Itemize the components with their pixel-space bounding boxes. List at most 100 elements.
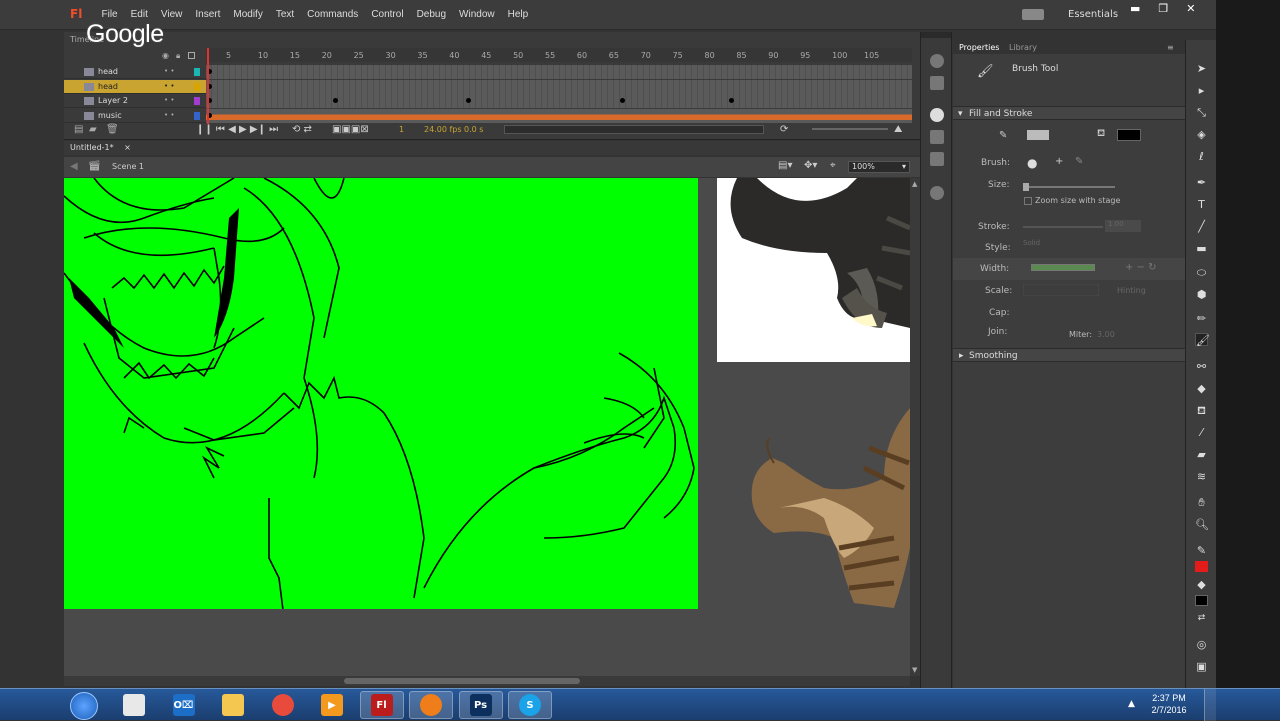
start-button[interactable]	[70, 692, 98, 720]
menu-help[interactable]: Help	[501, 9, 535, 20]
elapsed-time[interactable]: 0.0 s	[464, 125, 483, 134]
stroke-color-tool-swatch[interactable]	[1195, 561, 1208, 572]
delete-layer-icon[interactable]: 🗑︎	[106, 124, 119, 135]
brush-tool-icon-active[interactable]: 🖌︎	[1195, 333, 1210, 347]
swatches-icon[interactable]	[930, 152, 944, 166]
pencil-tool-icon[interactable]: ✏	[1195, 312, 1208, 325]
stroke-color-icon[interactable]: ✎	[999, 130, 1007, 141]
fill-color-tool-swatch[interactable]	[1195, 595, 1208, 606]
menu-text[interactable]: Text	[269, 9, 300, 20]
components-icon[interactable]	[930, 186, 944, 200]
playhead[interactable]	[207, 48, 209, 124]
menu-view[interactable]: View	[154, 9, 189, 20]
layer-name[interactable]: Layer 2	[98, 96, 128, 105]
taskbar-app-outlook[interactable]: O⌧	[162, 691, 206, 719]
eraser-tool-icon[interactable]: ▰	[1195, 448, 1208, 461]
size-slider-handle[interactable]	[1023, 183, 1029, 191]
keyframe[interactable]	[333, 98, 338, 103]
layer-color-swatch[interactable]	[194, 68, 200, 76]
reference-image-black-cat[interactable]	[717, 178, 910, 362]
taskbar-app-media[interactable]: ▶	[310, 691, 354, 719]
3d-rotation-tool-icon[interactable]: ◈	[1195, 128, 1208, 141]
zoom-size-checkbox[interactable]	[1024, 197, 1032, 205]
width-tool-icon[interactable]: ≋	[1195, 470, 1208, 483]
stage-canvas[interactable]	[64, 178, 698, 609]
stage-pasteboard[interactable]	[64, 178, 910, 676]
lock-icon[interactable]: 🔒︎	[176, 51, 180, 61]
line-tool-icon[interactable]: ╱	[1195, 220, 1208, 233]
fill-color-icon[interactable]: ⛾	[1097, 128, 1105, 141]
width-profile-icons[interactable]: + − ↻	[1125, 262, 1157, 273]
layer-visibility-lock-dots[interactable]: • •	[164, 82, 174, 90]
scale-select[interactable]	[1023, 284, 1099, 296]
bone-tool-icon[interactable]: ⚯	[1195, 360, 1208, 373]
selection-tool-icon[interactable]: ➤	[1195, 62, 1208, 75]
center-frame-icon[interactable]: ⟳	[780, 124, 788, 135]
pen-tool-icon[interactable]: ✒	[1195, 176, 1208, 189]
taskbar-app-skype[interactable]: S	[508, 691, 552, 719]
brush-mode-icon[interactable]: ▣	[1195, 660, 1208, 673]
center-stage-icon[interactable]: ⌖	[830, 160, 836, 171]
menu-file[interactable]: File	[95, 9, 124, 20]
text-tool-icon[interactable]: T	[1195, 198, 1208, 211]
ink-bottle-tool-icon[interactable]: ⛾	[1195, 404, 1208, 417]
stroke-color-tool-icon[interactable]: ✎	[1195, 544, 1208, 557]
layer-name[interactable]: head	[98, 82, 118, 91]
smoothing-section-header[interactable]: ▸ Smoothing	[953, 348, 1185, 362]
fill-color-tool-icon[interactable]: ◆	[1195, 578, 1208, 591]
back-arrow-icon[interactable]: ◀	[70, 161, 78, 172]
tab-library[interactable]: Library	[1009, 43, 1037, 52]
taskbar-app-notepad[interactable]	[112, 691, 156, 719]
layer-name[interactable]: head	[98, 67, 118, 76]
layer-visibility-lock-dots[interactable]: • •	[164, 96, 174, 104]
layer-row[interactable]: music • •	[64, 108, 912, 123]
layer-visibility-lock-dots[interactable]: • •	[164, 111, 174, 119]
taskbar-app-explorer[interactable]	[211, 691, 255, 719]
transform-icon[interactable]	[930, 130, 944, 144]
info-icon[interactable]	[930, 108, 944, 122]
menu-commands[interactable]: Commands	[301, 9, 365, 20]
oval-tool-icon[interactable]: ⬭	[1195, 266, 1208, 279]
horizontal-scroll-thumb[interactable]	[344, 678, 580, 684]
align-panel-icon[interactable]	[930, 76, 944, 90]
new-folder-icon[interactable]: ▰	[89, 124, 97, 135]
edit-symbol-icon[interactable]: ✥▾	[804, 160, 817, 171]
document-tab[interactable]: Untitled-1* ×	[70, 143, 131, 152]
brush-edit-icon[interactable]: ✎	[1075, 156, 1083, 167]
sync-settings-icon[interactable]	[1022, 9, 1044, 20]
workspace-switcher[interactable]: Essentials	[1068, 9, 1118, 20]
menu-modify[interactable]: Modify	[227, 9, 269, 20]
hand-tool-icon[interactable]: ✋︎	[1195, 496, 1208, 509]
tab-properties[interactable]: Properties	[959, 43, 999, 52]
keyframe[interactable]	[729, 98, 734, 103]
eye-icon[interactable]: ◉	[162, 51, 169, 60]
zoom-tool-icon[interactable]: 🔍︎	[1195, 518, 1209, 531]
menu-edit[interactable]: Edit	[124, 9, 154, 20]
free-transform-tool-icon[interactable]: ⤡	[1195, 106, 1208, 119]
layer-frames[interactable]	[206, 94, 912, 108]
eyedropper-tool-icon[interactable]: ⁄	[1195, 426, 1208, 439]
layer-frames[interactable]	[206, 108, 912, 123]
swap-colors-icon[interactable]: ⇄	[1195, 612, 1208, 625]
zoom-mountains-icon[interactable]: ⛰︎	[894, 124, 902, 135]
layer-color-swatch[interactable]	[194, 97, 200, 105]
layer-name[interactable]: music	[98, 111, 122, 120]
menu-control[interactable]: Control	[365, 9, 410, 20]
timeline-zoom-slider[interactable]	[812, 128, 888, 130]
maximize-button[interactable]: ❐	[1158, 2, 1168, 15]
size-slider[interactable]	[1023, 186, 1115, 188]
menu-insert[interactable]: Insert	[189, 9, 227, 20]
taskbar-app-firefox[interactable]	[409, 691, 453, 719]
taskbar-app-chrome[interactable]	[261, 691, 305, 719]
layer-frames[interactable]	[206, 79, 912, 94]
layer-row[interactable]: Layer 2 • •	[64, 94, 912, 108]
brush-shape-icon[interactable]: ●	[1027, 156, 1037, 170]
subselection-tool-icon[interactable]: ▸	[1195, 84, 1208, 97]
taskbar-app-photoshop[interactable]: Ps	[458, 691, 503, 719]
close-tab-icon[interactable]: ×	[124, 143, 131, 152]
stage-horizontal-scrollbar[interactable]	[64, 676, 910, 686]
frame-ruler[interactable]: 5 10 15 20 25 30 35 40 45 50 55 60 65 70 75 80 85 90 95 100…	[206, 48, 912, 62]
zoom-select[interactable]: 100% ▾	[848, 161, 910, 173]
tray-chevron-icon[interactable]: ▲	[1128, 699, 1135, 709]
layer-color-swatch[interactable]	[194, 111, 200, 120]
